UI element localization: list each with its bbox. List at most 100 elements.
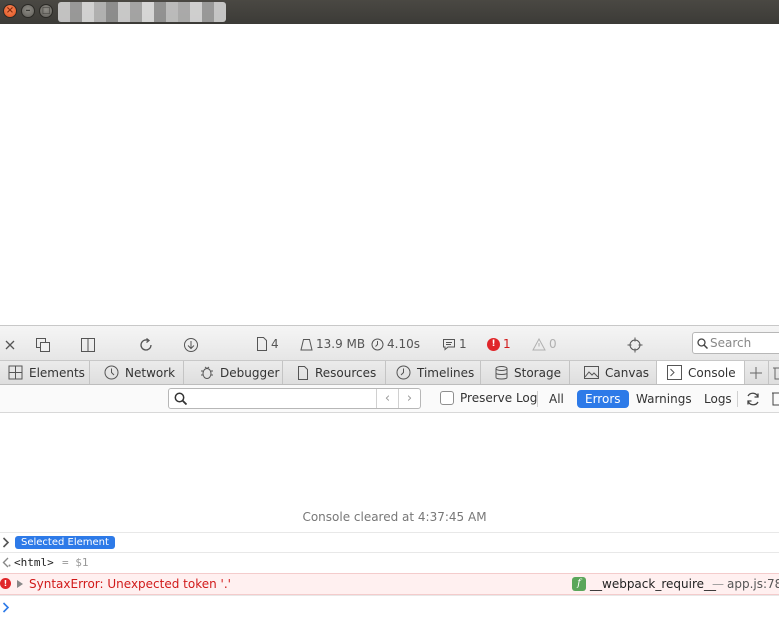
chevron-right-icon	[2, 537, 10, 548]
tab-console[interactable]: Console	[657, 361, 745, 384]
console-prompt[interactable]	[0, 595, 779, 620]
warnings-count: 0	[549, 337, 557, 351]
logs-count-button[interactable]: 1	[442, 336, 467, 352]
weight-icon	[300, 338, 313, 350]
close-icon	[5, 340, 15, 349]
add-tab-button[interactable]	[745, 361, 769, 384]
window-minimize-button[interactable]	[21, 4, 35, 18]
tab-network[interactable]: Network	[90, 361, 184, 384]
close-inspector-button[interactable]	[4, 336, 16, 352]
trash-icon	[773, 367, 779, 379]
tab-canvas-label: Canvas	[605, 365, 650, 380]
trash-button[interactable]	[769, 361, 779, 384]
element-picker-button[interactable]	[627, 336, 643, 352]
load-time: 4.10s	[387, 337, 420, 351]
filter-previous-button[interactable]: ‹	[376, 389, 398, 408]
warnings-count-button[interactable]: 0	[532, 336, 557, 352]
clock-icon	[371, 338, 384, 350]
search-placeholder: Search	[710, 336, 752, 350]
errors-count-button[interactable]: ! 1	[487, 336, 511, 352]
error-call-frame[interactable]: __webpack_require__	[590, 577, 716, 591]
reload-icon	[140, 337, 152, 351]
inspector-search-input[interactable]: Search	[692, 332, 779, 354]
logs-count: 1	[459, 337, 467, 351]
expand-triangle-icon[interactable]	[17, 580, 23, 588]
tab-elements[interactable]: Elements	[0, 361, 90, 384]
window-maximize-button[interactable]	[39, 4, 53, 18]
trash-icon	[772, 392, 779, 406]
crosshair-icon	[627, 337, 643, 352]
filter-warnings-button[interactable]: Warnings	[628, 390, 700, 408]
download-archive-button[interactable]	[183, 336, 199, 352]
resource-size: 13.9 MB	[316, 337, 366, 351]
dock-side-icon	[81, 337, 95, 352]
filter-errors-button[interactable]: Errors	[577, 390, 629, 408]
html-node-ref: = $1	[62, 556, 89, 569]
warning-icon	[532, 337, 546, 350]
console-row-selected-element[interactable]: Selected Element	[0, 532, 779, 552]
load-time-button[interactable]: 4.10s	[371, 336, 420, 352]
error-separator: —	[712, 577, 724, 591]
window-titlebar: ████████████	[0, 0, 779, 24]
selected-element-badge: Selected Element	[15, 536, 115, 549]
tab-storage[interactable]: Storage	[481, 361, 570, 384]
preserve-log-label: Preserve Log	[460, 391, 538, 405]
tab-canvas[interactable]: Canvas	[570, 361, 657, 384]
prompt-chevron-icon	[2, 602, 10, 613]
preserve-log-checkbox[interactable]	[440, 391, 454, 405]
tab-resources-label: Resources	[315, 365, 377, 380]
page-viewport	[0, 24, 779, 325]
inspector-toolbar: 4 13.9 MB 4.10s 1 ! 1 0 Search	[0, 325, 779, 361]
filter-logs-button[interactable]: Logs	[696, 390, 740, 408]
dock-side-button[interactable]	[80, 336, 96, 352]
elements-icon	[8, 365, 23, 380]
tab-debugger-label: Debugger	[220, 365, 280, 380]
console-row-html[interactable]: <html> = $1	[0, 552, 779, 573]
debugger-icon	[201, 366, 213, 379]
resources-count-button[interactable]: 4	[256, 336, 279, 352]
tab-resources[interactable]: Resources	[283, 361, 386, 384]
resource-size-button[interactable]: 13.9 MB	[300, 336, 365, 352]
console-filter-input[interactable]: ‹ ›	[168, 388, 421, 409]
console-cleared-message: Console cleared at 4:37:45 AM	[302, 510, 487, 524]
html-node[interactable]: <html>	[14, 556, 54, 569]
message-icon	[443, 338, 455, 351]
filter-next-button[interactable]: ›	[398, 389, 420, 408]
trash-console-button[interactable]	[772, 391, 779, 409]
storage-icon	[495, 365, 508, 379]
error-icon: !	[0, 578, 11, 589]
filter-all-button[interactable]: All	[541, 390, 572, 408]
filter-divider	[537, 391, 538, 407]
error-source-link[interactable]: app.js:781	[727, 577, 779, 591]
error-message: SyntaxError: Unexpected token '.'	[29, 577, 231, 591]
reload-page-button[interactable]	[138, 336, 154, 352]
filter-text-field[interactable]	[191, 389, 376, 408]
detach-window-button[interactable]	[35, 336, 51, 352]
tab-elements-label: Elements	[29, 365, 85, 380]
detach-window-icon	[36, 337, 50, 352]
error-icon: !	[487, 337, 500, 351]
tab-console-label: Console	[688, 365, 736, 380]
document-icon	[257, 337, 267, 351]
resources-count: 4	[271, 337, 279, 351]
tab-storage-label: Storage	[514, 365, 561, 380]
tab-network-label: Network	[125, 365, 176, 380]
resources-icon	[298, 365, 308, 380]
canvas-icon	[584, 366, 599, 379]
errors-count: 1	[503, 337, 511, 351]
network-icon	[104, 365, 119, 380]
download-icon	[184, 337, 198, 352]
filter-divider	[737, 391, 738, 407]
console-filter-bar: ‹ › Preserve Log All Errors Warnings Log…	[0, 385, 779, 413]
window-close-button[interactable]	[3, 4, 17, 18]
clear-console-button[interactable]	[745, 391, 761, 410]
search-icon	[174, 392, 187, 405]
inspector-tabbar: Elements Network Debugger Resources Time…	[0, 361, 779, 385]
chevron-right-icon: ›	[406, 391, 413, 406]
tab-timelines[interactable]: Timelines	[386, 361, 481, 384]
preserve-log-toggle[interactable]: Preserve Log	[440, 391, 537, 405]
tab-debugger[interactable]: Debugger	[184, 361, 283, 384]
console-row-error[interactable]: ! SyntaxError: Unexpected token '.' f __…	[0, 573, 779, 595]
console-output: Console cleared at 4:37:45 AM Selected E…	[0, 413, 779, 620]
function-icon: f	[572, 577, 586, 591]
